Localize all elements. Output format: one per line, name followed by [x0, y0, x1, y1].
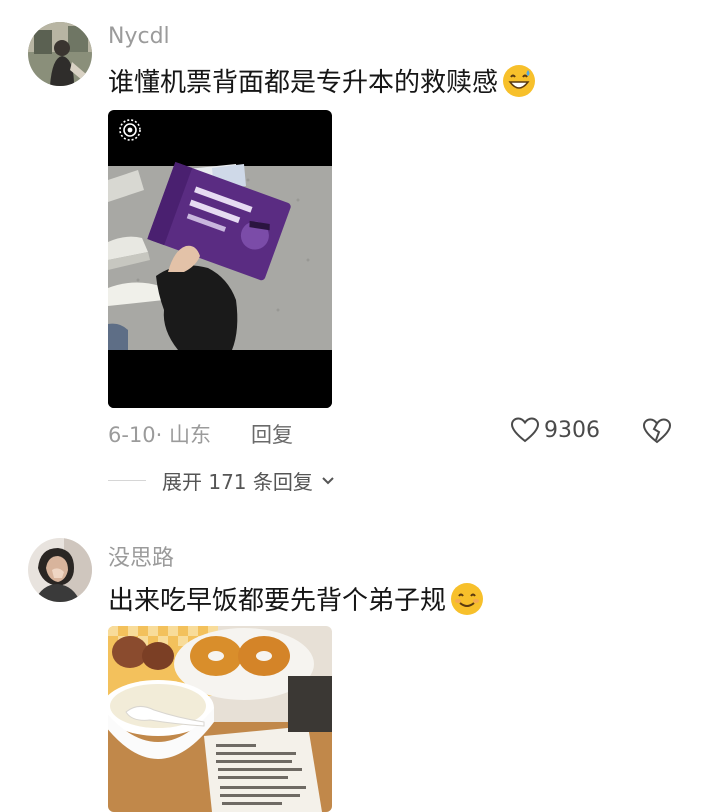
- comment-username[interactable]: 没思路: [108, 540, 174, 572]
- video-thumbnail[interactable]: [108, 110, 332, 408]
- like-count: 9306: [544, 417, 600, 443]
- expand-replies-label: 展开 171 条回复: [162, 470, 313, 494]
- comment-text: 谁懂机票背面都是专升本的救赎感: [108, 62, 536, 99]
- broken-heart-icon[interactable]: [641, 416, 673, 446]
- grinning-sweat-emoji-icon: [502, 64, 536, 98]
- breakfast-photo[interactable]: [108, 626, 332, 812]
- reply-button[interactable]: 回复: [251, 419, 293, 449]
- like-button[interactable]: 9306: [510, 416, 600, 444]
- dislike-button[interactable]: [641, 416, 673, 446]
- heart-outline-icon[interactable]: [510, 416, 540, 444]
- avatar[interactable]: [28, 22, 92, 86]
- comment-date-location: 6-10· 山东: [108, 423, 212, 447]
- expand-replies-button[interactable]: 展开 171 条回复: [108, 466, 335, 495]
- comment-text: 出来吃早饭都要先背个弟子规: [108, 580, 484, 617]
- chevron-down-icon: [321, 476, 335, 486]
- divider-line: [108, 480, 146, 481]
- comment-username[interactable]: Nycdl: [108, 24, 170, 49]
- avatar[interactable]: [28, 538, 92, 602]
- smiling-emoji-icon: [450, 582, 484, 616]
- comment-text-content: 谁懂机票背面都是专升本的救赎感: [108, 68, 499, 98]
- comment-text-content: 出来吃早饭都要先背个弟子规: [108, 586, 447, 616]
